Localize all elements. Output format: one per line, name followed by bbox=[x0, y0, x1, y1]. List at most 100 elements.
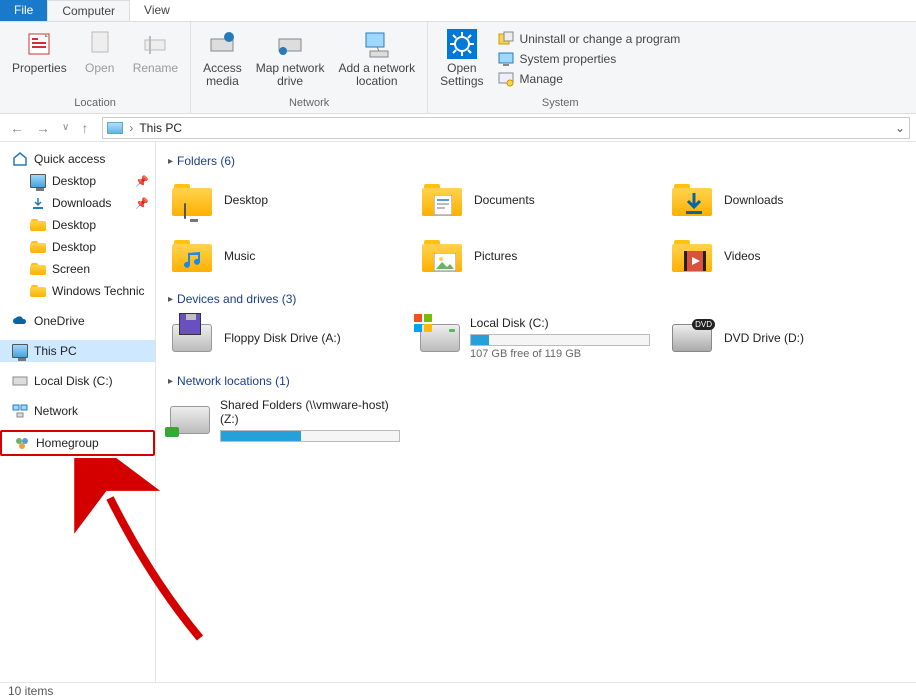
downloads-icon bbox=[30, 195, 46, 211]
group-label-network: Network bbox=[289, 97, 329, 111]
nav-up-button[interactable]: ↑ bbox=[77, 118, 92, 138]
nav-forward-button[interactable]: → bbox=[32, 118, 54, 138]
folder-downloads[interactable]: Downloads bbox=[668, 176, 898, 224]
collapse-caret-icon: ▸ bbox=[168, 376, 173, 387]
network-drive-z[interactable]: Shared Folders (\\vmware-host) (Z:) bbox=[168, 396, 398, 444]
tab-computer[interactable]: Computer bbox=[47, 0, 130, 21]
sidebar-item-windows-technic[interactable]: Windows Technic bbox=[0, 280, 155, 302]
network-drive-icon bbox=[170, 398, 210, 442]
folder-icon bbox=[30, 217, 46, 233]
collapse-caret-icon: ▸ bbox=[168, 156, 173, 167]
settings-gear-icon bbox=[446, 28, 478, 60]
sidebar-quick-access[interactable]: Quick access bbox=[0, 148, 155, 170]
rename-label: Rename bbox=[133, 62, 178, 75]
network-icon bbox=[12, 403, 28, 419]
folder-videos[interactable]: Videos bbox=[668, 232, 898, 280]
uninstall-program-button[interactable]: Uninstall or change a program bbox=[492, 30, 687, 48]
folder-pictures[interactable]: Pictures bbox=[418, 232, 648, 280]
folder-icon bbox=[30, 261, 46, 277]
local-disk-icon bbox=[420, 316, 460, 360]
open-settings-label: Open Settings bbox=[440, 62, 483, 88]
sidebar-item-desktop-3[interactable]: Desktop bbox=[0, 236, 155, 258]
nav-back-button[interactable]: ← bbox=[6, 118, 28, 138]
sidebar-homegroup[interactable]: Homegroup bbox=[0, 430, 155, 456]
status-item-count: 10 items bbox=[8, 684, 53, 698]
open-button[interactable]: Open bbox=[75, 26, 125, 77]
floppy-drive-icon bbox=[170, 316, 214, 360]
pictures-folder-icon bbox=[420, 234, 464, 278]
sidebar-item-desktop-2[interactable]: Desktop bbox=[0, 214, 155, 236]
disk-usage-bar bbox=[470, 334, 650, 346]
dvd-drive-icon bbox=[670, 316, 714, 360]
sidebar-this-pc[interactable]: This PC bbox=[0, 340, 155, 362]
folder-desktop[interactable]: Desktop bbox=[168, 176, 398, 224]
open-icon bbox=[84, 28, 116, 60]
quick-access-label: Quick access bbox=[34, 152, 105, 166]
add-network-location-icon bbox=[361, 28, 393, 60]
section-network-header[interactable]: ▸Network locations (1) bbox=[168, 374, 904, 388]
address-bar[interactable]: › This PC ⌄ bbox=[102, 117, 910, 139]
desktop-folder-icon bbox=[170, 178, 214, 222]
address-dropdown-icon[interactable]: ⌄ bbox=[895, 121, 905, 135]
drive-local-c[interactable]: Local Disk (C:)107 GB free of 119 GB bbox=[418, 314, 648, 362]
section-drives-header[interactable]: ▸Devices and drives (3) bbox=[168, 292, 904, 306]
tab-file[interactable]: File bbox=[0, 0, 47, 21]
map-drive-button[interactable]: Map network drive bbox=[250, 26, 331, 90]
onedrive-icon bbox=[12, 313, 28, 329]
music-folder-icon bbox=[170, 234, 214, 278]
navigation-pane: Quick access Desktop📌 Downloads📌 Desktop… bbox=[0, 142, 156, 682]
manage-label: Manage bbox=[520, 72, 563, 86]
sidebar-network[interactable]: Network bbox=[0, 400, 155, 422]
map-drive-label: Map network drive bbox=[256, 62, 325, 88]
status-bar: 10 items bbox=[0, 682, 916, 700]
ribbon-group-location: Properties Open Rename Location bbox=[0, 22, 191, 113]
sidebar-item-screen[interactable]: Screen bbox=[0, 258, 155, 280]
sidebar-item-downloads[interactable]: Downloads📌 bbox=[0, 192, 155, 214]
breadcrumb-sep-icon: › bbox=[129, 121, 133, 135]
folder-music[interactable]: Music bbox=[168, 232, 398, 280]
folder-icon bbox=[30, 239, 46, 255]
ribbon-group-network: Access media Map network drive Add a net… bbox=[191, 22, 428, 113]
add-network-location-label: Add a network location bbox=[338, 62, 415, 88]
access-media-button[interactable]: Access media bbox=[197, 26, 248, 90]
system-properties-button[interactable]: System properties bbox=[492, 50, 687, 68]
group-label-location: Location bbox=[74, 97, 116, 111]
videos-folder-icon bbox=[670, 234, 714, 278]
group-label-system: System bbox=[542, 97, 579, 111]
documents-folder-icon bbox=[420, 178, 464, 222]
access-media-icon bbox=[206, 28, 238, 60]
open-label: Open bbox=[85, 62, 114, 75]
drive-icon bbox=[12, 373, 28, 389]
sidebar-item-desktop[interactable]: Desktop📌 bbox=[0, 170, 155, 192]
properties-icon bbox=[23, 28, 55, 60]
quick-access-icon bbox=[12, 151, 28, 167]
manage-icon bbox=[498, 71, 514, 87]
ribbon-tabs: File Computer View bbox=[0, 0, 916, 22]
sidebar-local-disk[interactable]: Local Disk (C:) bbox=[0, 370, 155, 392]
properties-button[interactable]: Properties bbox=[6, 26, 73, 77]
homegroup-icon bbox=[14, 435, 30, 451]
rename-button[interactable]: Rename bbox=[127, 26, 184, 77]
manage-button[interactable]: Manage bbox=[492, 70, 687, 88]
uninstall-icon bbox=[498, 31, 514, 47]
content-area: ▸Folders (6) Desktop Documents Downloads… bbox=[156, 142, 916, 682]
drive-dvd[interactable]: DVD Drive (D:) bbox=[668, 314, 898, 362]
map-drive-icon bbox=[274, 28, 306, 60]
access-media-label: Access media bbox=[203, 62, 242, 88]
this-pc-icon bbox=[12, 343, 28, 359]
uninstall-label: Uninstall or change a program bbox=[520, 32, 681, 46]
breadcrumb-root[interactable]: This PC bbox=[139, 121, 182, 135]
tab-view[interactable]: View bbox=[130, 0, 184, 21]
properties-label: Properties bbox=[12, 62, 67, 75]
section-folders-header[interactable]: ▸Folders (6) bbox=[168, 154, 904, 168]
pin-icon: 📌 bbox=[135, 175, 149, 188]
folder-documents[interactable]: Documents bbox=[418, 176, 648, 224]
nav-recent-dropdown[interactable]: ∨ bbox=[58, 120, 73, 135]
open-settings-button[interactable]: Open Settings bbox=[434, 26, 489, 90]
drive-floppy[interactable]: Floppy Disk Drive (A:) bbox=[168, 314, 398, 362]
navigation-bar: ← → ∨ ↑ › This PC ⌄ bbox=[0, 114, 916, 142]
collapse-caret-icon: ▸ bbox=[168, 294, 173, 305]
sidebar-onedrive[interactable]: OneDrive bbox=[0, 310, 155, 332]
add-network-location-button[interactable]: Add a network location bbox=[332, 26, 421, 90]
system-properties-icon bbox=[498, 51, 514, 67]
